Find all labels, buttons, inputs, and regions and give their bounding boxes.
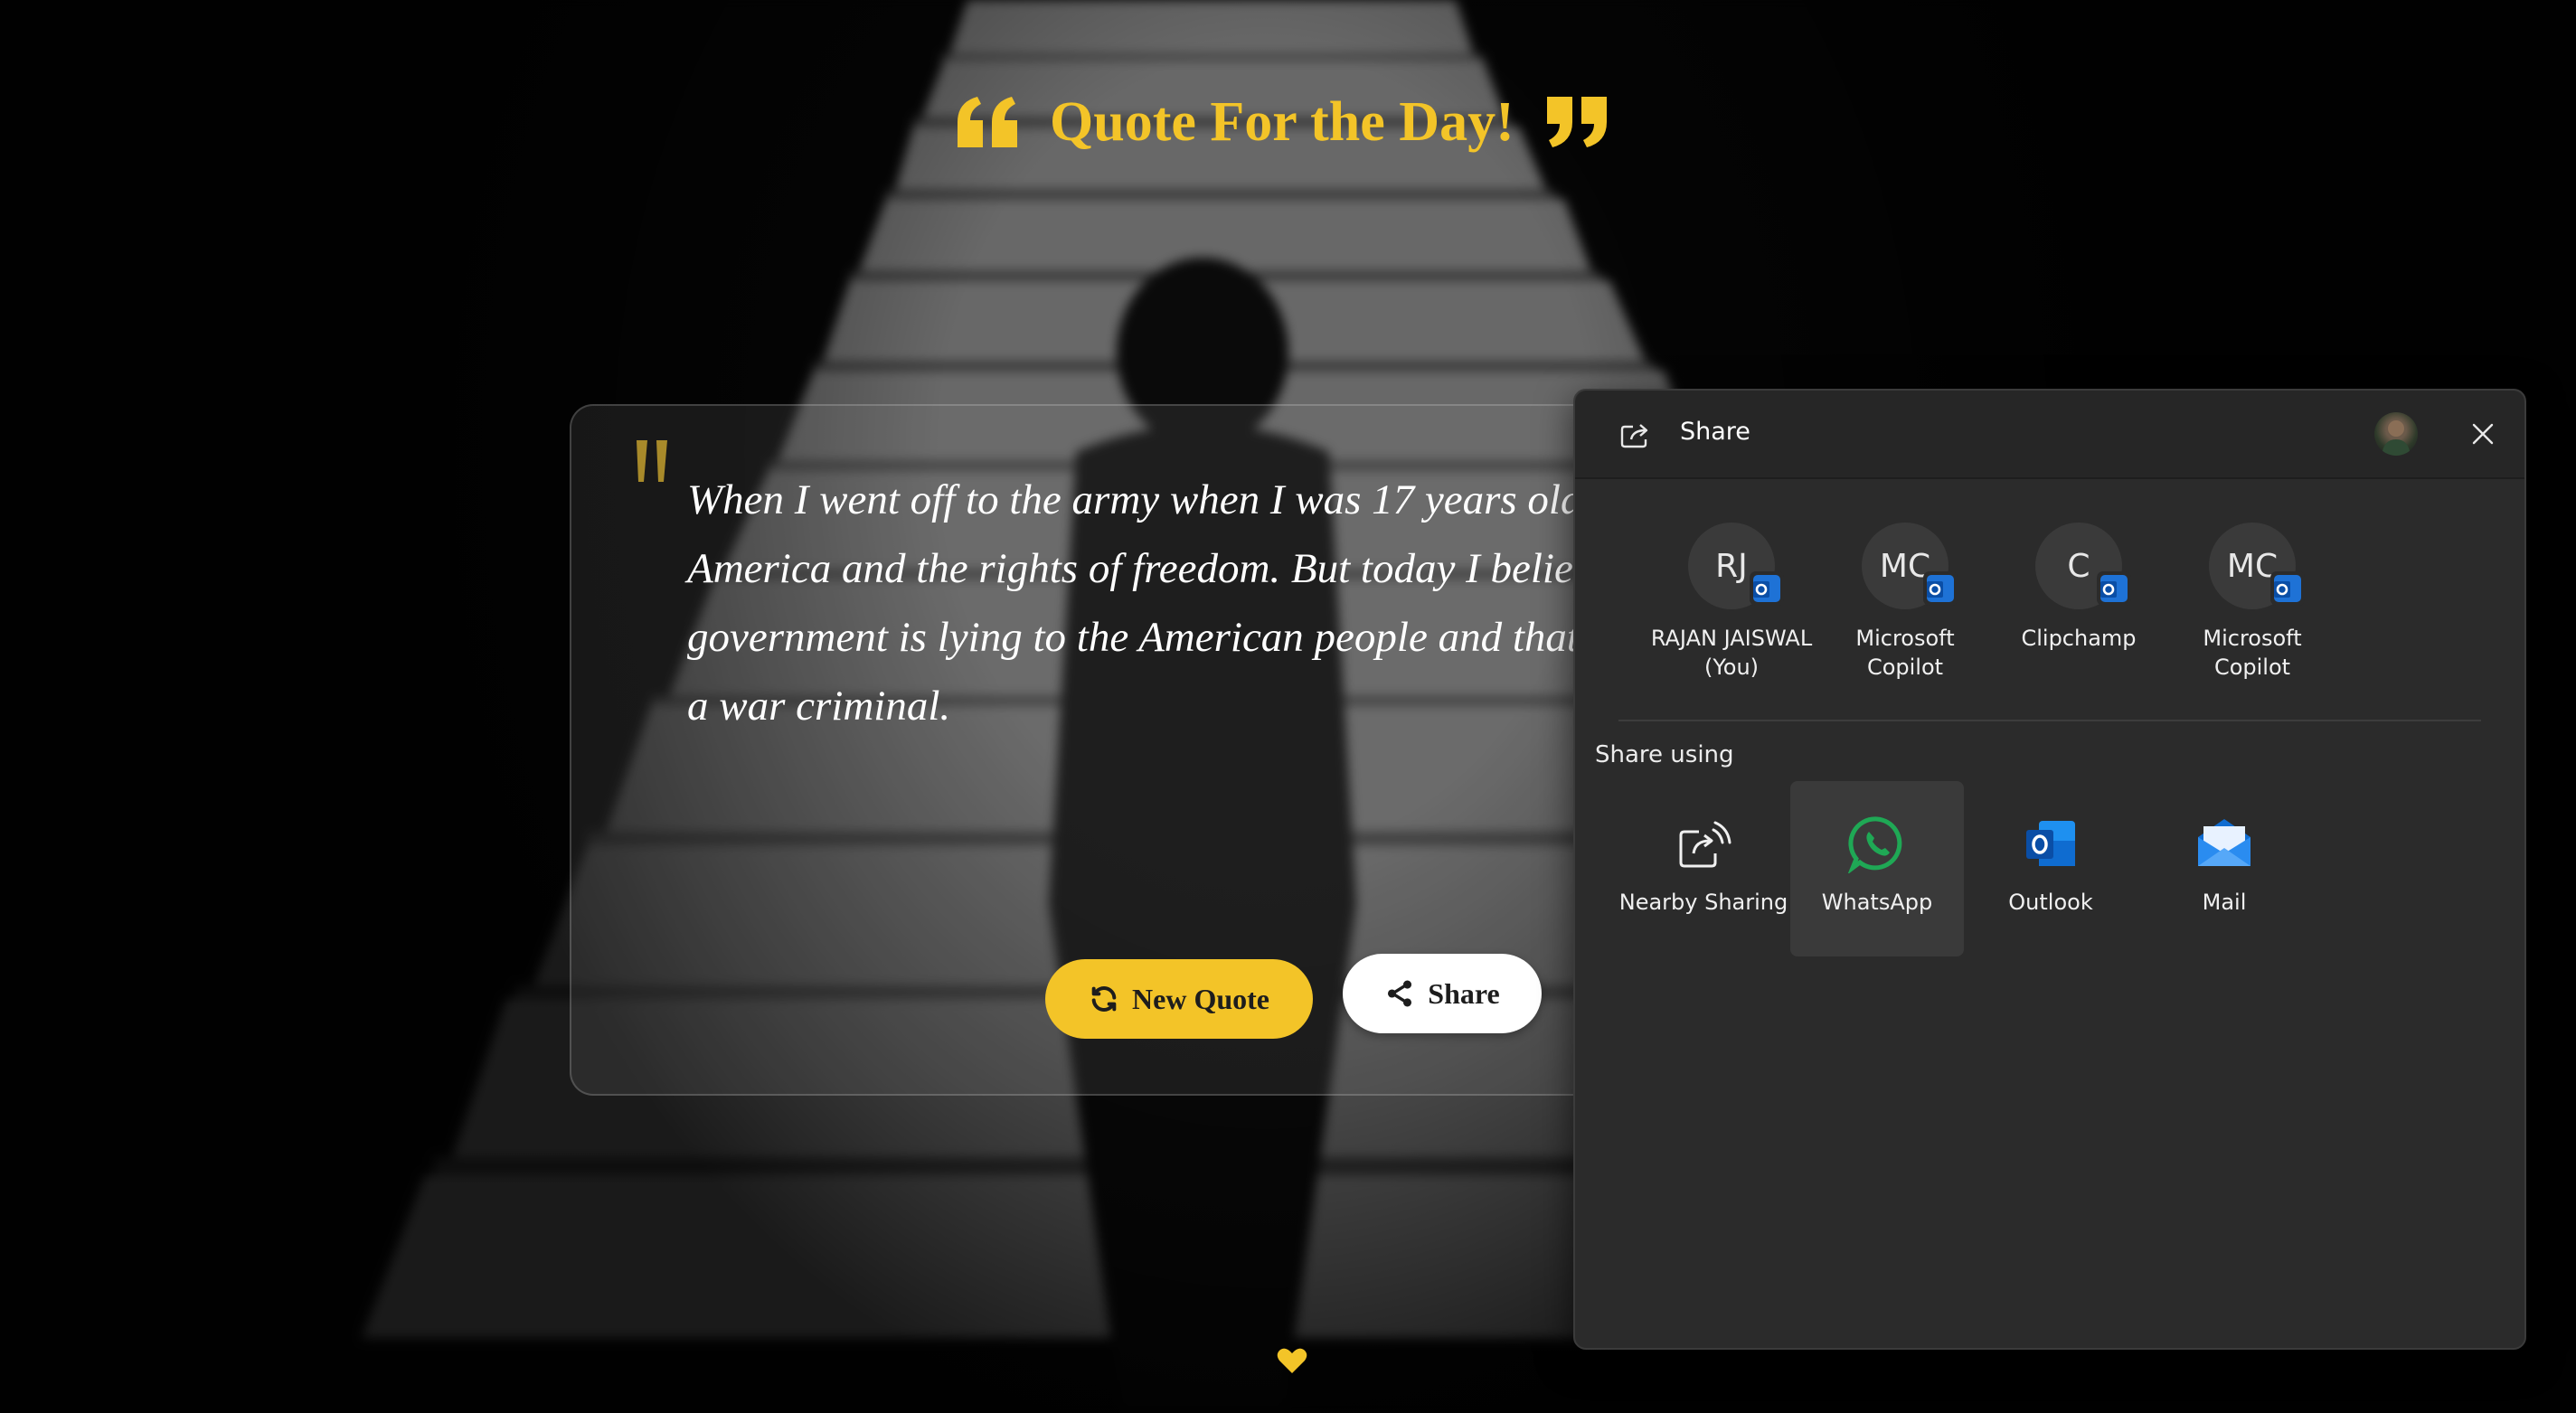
divider bbox=[1618, 720, 2481, 721]
whatsapp-icon bbox=[1847, 816, 1902, 875]
outlook-badge-icon bbox=[1923, 571, 1958, 606]
nearby-sharing-icon bbox=[1679, 821, 1731, 868]
contact-name: Microsoft Copilot bbox=[2203, 626, 2302, 680]
contact-avatar: C bbox=[2035, 523, 2131, 609]
outlook-icon bbox=[2026, 821, 2075, 866]
app-whatsapp[interactable]: WhatsApp bbox=[1790, 781, 1964, 956]
contact-item[interactable]: RJ RAJAN JAISWAL (You) bbox=[1646, 523, 1817, 682]
share-label: Share bbox=[1428, 976, 1500, 1010]
new-quote-button[interactable]: New Quote bbox=[1045, 959, 1313, 1039]
app-outlook[interactable]: Outlook bbox=[1964, 781, 2137, 956]
share-button[interactable]: Share bbox=[1343, 954, 1542, 1033]
share-using-heading: Share using bbox=[1595, 741, 1734, 768]
contact-initials: RJ bbox=[1715, 547, 1748, 585]
refresh-icon bbox=[1091, 986, 1117, 1012]
contact-name: Microsoft Copilot bbox=[1855, 626, 1955, 680]
share-arrow-icon bbox=[1620, 424, 1648, 448]
contact-avatar: MC bbox=[2209, 523, 2305, 609]
open-quote-icon bbox=[958, 97, 1017, 147]
app-mail[interactable]: Mail bbox=[2137, 781, 2311, 956]
contact-name: RAJAN JAISWAL (You) bbox=[1650, 626, 1813, 680]
user-avatar[interactable] bbox=[2374, 412, 2418, 456]
title-text: Quote For the Day! bbox=[1050, 90, 1514, 153]
contact-item[interactable]: MC Microsoft Copilot bbox=[1819, 523, 1991, 682]
contact-avatar: RJ bbox=[1688, 523, 1784, 609]
outlook-badge-icon bbox=[2270, 571, 2305, 606]
share-nodes-icon bbox=[1388, 980, 1412, 1007]
share-apps-row: Nearby Sharing WhatsApp Outlook Mail bbox=[1575, 781, 2524, 962]
quote-mark-icon bbox=[637, 440, 667, 482]
app-label: Mail bbox=[2202, 890, 2247, 915]
outlook-badge-icon bbox=[2097, 571, 2131, 606]
contact-item[interactable]: MC Microsoft Copilot bbox=[2166, 523, 2338, 682]
close-quote-icon bbox=[1546, 97, 1607, 147]
contact-avatar: MC bbox=[1862, 523, 1958, 609]
app-nearby-sharing[interactable]: Nearby Sharing bbox=[1617, 781, 1790, 956]
app-label: WhatsApp bbox=[1821, 890, 1933, 915]
share-dialog-header: Share bbox=[1575, 391, 2524, 479]
share-dialog: Share RJ RAJAN JAISWAL (You) MC Microsof… bbox=[1573, 389, 2526, 1350]
mail-icon bbox=[2198, 819, 2250, 866]
contact-initials: C bbox=[2067, 547, 2090, 585]
contact-item[interactable]: C Clipchamp bbox=[1993, 523, 2165, 653]
contact-name: Clipchamp bbox=[2021, 626, 2137, 651]
share-dialog-title: Share bbox=[1680, 418, 1750, 446]
page-title: Quote For the Day! bbox=[954, 81, 1610, 163]
quote-text: When I went off to the army when I was 1… bbox=[687, 476, 1680, 730]
app-label: Outlook bbox=[2008, 890, 2093, 915]
quote-card: When I went off to the army when I was 1… bbox=[570, 404, 1682, 1096]
app-label: Nearby Sharing bbox=[1618, 890, 1788, 915]
new-quote-label: New Quote bbox=[1132, 982, 1269, 1015]
heart-icon bbox=[1277, 1348, 1307, 1373]
close-icon[interactable] bbox=[2468, 419, 2497, 448]
outlook-badge-icon bbox=[1750, 571, 1784, 606]
contacts-row: RJ RAJAN JAISWAL (You) MC Microsoft Copi… bbox=[1575, 523, 2524, 680]
avatar-portrait bbox=[2382, 420, 2411, 456]
